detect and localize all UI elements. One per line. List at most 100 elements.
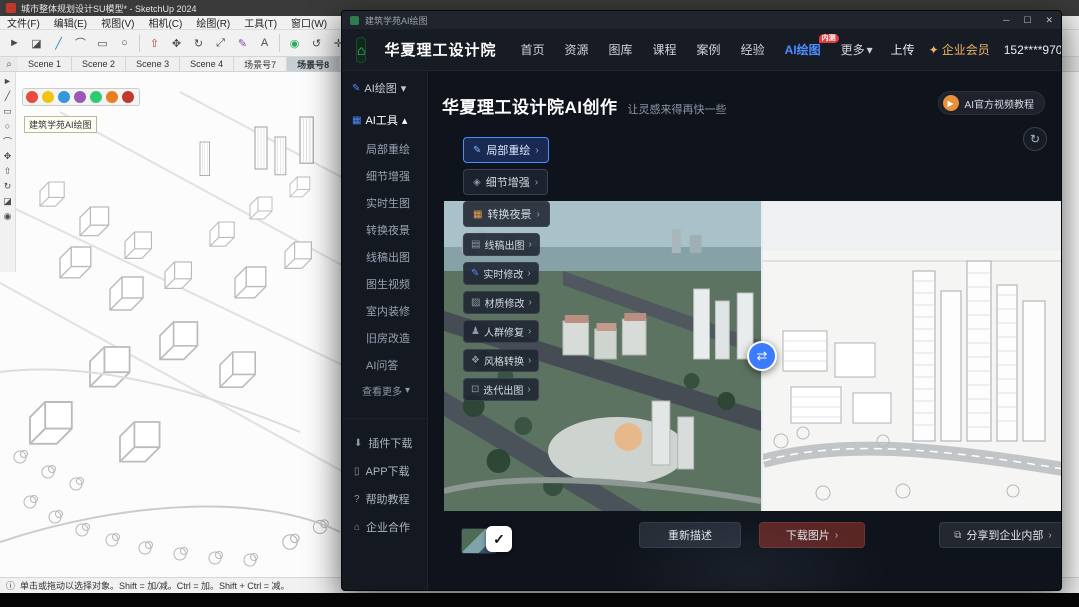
text-tool-icon[interactable]: A [255,33,274,53]
history-button[interactable]: ↻ [1023,127,1047,151]
ai-tool-list: ✎ 局部重绘 › ◈ 细节增强 › ▦ 转换夜景 › ▤ 线稿出图 › ✎ 实时… [463,137,550,401]
line-tool-icon[interactable]: ╱ [49,33,68,53]
tool-material-edit-button[interactable]: ▨ 材质修改 › [463,291,540,314]
menu-camera[interactable]: 相机(C) [141,15,189,30]
scene-tab-3[interactable]: Scene 3 [126,57,181,71]
taskbar[interactable] [0,593,1079,607]
rotate-tool-icon[interactable]: ↻ [189,33,208,53]
sidebar-app-download[interactable]: ▯ APP下载 [342,457,427,485]
select-tool-icon[interactable]: ► [2,75,14,87]
sidebar-item-detail-enhance[interactable]: 细节增强 [342,162,427,189]
sidebar-group-ai-draw[interactable]: ✎ AI绘图 ▾ [342,71,427,103]
plugin-yellow-icon[interactable] [42,91,54,103]
nav-ai-draw[interactable]: AI绘图 内测 [785,34,839,58]
move-tool-icon[interactable]: ✥ [167,33,186,53]
tool-detail-enhance-button[interactable]: ◈ 细节增强 › [463,169,549,195]
compare-slider-handle[interactable]: ⇄ [747,341,777,371]
sidebar-group-ai-tools[interactable]: ▦ AI工具 ▴ [342,103,427,135]
sidebar-item-interior[interactable]: 室内装修 [342,297,427,324]
tool-night-convert-button[interactable]: ▦ 转换夜景 › [463,201,550,227]
scene-tab-5[interactable]: 场景号7 [234,57,288,71]
nav-courses[interactable]: 课程 [653,41,677,58]
sidebar-item-line-draft[interactable]: 线稿出图 [342,243,427,270]
orbit-tool-icon[interactable]: ↺ [307,33,326,53]
pushpull-tool-icon[interactable]: ⇧ [2,165,14,177]
sidebar-enterprise-coop[interactable]: ⌂ 企业合作 [342,513,427,541]
chevron-right-icon: › [534,176,539,188]
nav-more[interactable]: 更多 ▾ [841,41,873,58]
sidebar-help-tutorial[interactable]: ? 帮助教程 [342,485,427,513]
scale-tool-icon[interactable]: ⤢ [211,33,230,53]
search-icon[interactable]: ⌕ [0,57,18,71]
menu-file[interactable]: 文件(F) [0,15,47,30]
sidebar-item-night-convert[interactable]: 转换夜景 [342,216,427,243]
arc-tool-icon[interactable]: ⌒ [2,135,14,147]
chevron-down-icon: ▾ [866,42,873,57]
nav-cases[interactable]: 案例 [697,41,721,58]
sketch-image[interactable] [763,201,1061,511]
circle-tool-icon[interactable]: ○ [115,33,134,53]
plugin-orange-icon[interactable] [106,91,118,103]
circle-tool-icon[interactable]: ○ [2,120,14,132]
tool-realtime-edit-button[interactable]: ✎ 实时修改 › [463,262,539,285]
plugin-purple-icon[interactable] [74,91,86,103]
download-image-button[interactable]: 下载图片 › [759,522,865,548]
menu-view[interactable]: 视图(V) [94,15,141,30]
scene-tab-2[interactable]: Scene 2 [72,57,127,71]
minimize-icon[interactable]: ─ [1003,15,1009,26]
nav-experience[interactable]: 经验 [741,41,765,58]
page-heading: 华夏理工设计院AI创作 让灵感来得再快一些 [442,93,727,118]
chevron-right-icon: › [834,529,839,541]
tool-line-draft-button[interactable]: ▤ 线稿出图 › [463,233,540,256]
selected-check-tile[interactable]: ✓ [486,526,512,552]
menu-edit[interactable]: 编辑(E) [47,15,94,30]
sketchup-logo-icon [6,3,16,13]
maximize-icon[interactable]: ☐ [1023,15,1031,26]
plugin-ai-icon[interactable] [122,91,134,103]
sidebar-view-more[interactable]: 查看更多 ▾ [342,378,427,402]
sidebar-item-ai-qa[interactable]: AI问答 [342,351,427,378]
nav-home[interactable]: 首页 [520,41,544,58]
paint-bucket-icon[interactable]: ◉ [285,33,304,53]
eraser-tool-icon[interactable]: ◪ [27,33,46,53]
sidebar-item-image-to-video[interactable]: 图生视频 [342,270,427,297]
tool-iterate-output-button[interactable]: ⊡ 迭代出图 › [463,378,539,401]
plugin-green-icon[interactable] [90,91,102,103]
sidebar-item-realtime-gen[interactable]: 实时生图 [342,189,427,216]
sidebar-plugin-download[interactable]: ⬇ 插件下载 [342,429,427,457]
tape-measure-icon[interactable]: ✎ [233,33,252,53]
plugin-red-icon[interactable] [26,91,38,103]
plugin-blue-icon[interactable] [58,91,70,103]
scene-tab-6-active[interactable]: 场景号8 [287,57,341,71]
redo-describe-button[interactable]: 重新描述 [639,522,741,548]
menu-tools[interactable]: 工具(T) [237,15,284,30]
nav-gallery[interactable]: 图库 [609,41,633,58]
share-enterprise-button[interactable]: ⧉ 分享到企业内部 › [939,522,1061,548]
nav-resources[interactable]: 资源 [565,41,589,58]
arc-tool-icon[interactable]: ⌒ [71,33,90,53]
upload-link[interactable]: 上传 [891,41,915,58]
close-icon[interactable]: ✕ [1045,15,1053,26]
eraser-tool-icon[interactable]: ◪ [2,195,14,207]
move-tool-icon[interactable]: ✥ [2,150,14,162]
rotate-tool-icon[interactable]: ↻ [2,180,14,192]
user-phone[interactable]: 152****9708 [1004,43,1061,57]
tool-partial-repaint-button[interactable]: ✎ 局部重绘 › [463,137,549,163]
tool-crowd-fix-button[interactable]: ♟ 人群修复 › [463,320,540,343]
tool-style-transfer-button[interactable]: ❖ 风格转换 › [463,349,540,372]
select-tool-icon[interactable]: ► [5,33,24,53]
scene-tab-4[interactable]: Scene 4 [180,57,235,71]
rectangle-tool-icon[interactable]: ▭ [2,105,14,117]
line-tool-icon[interactable]: ╱ [2,90,14,102]
info-icon[interactable]: ⓘ [6,579,15,592]
tutorial-button[interactable]: ▶ AI官方视频教程 [937,91,1045,115]
menu-draw[interactable]: 绘图(R) [189,15,237,30]
rectangle-tool-icon[interactable]: ▭ [93,33,112,53]
paint-bucket-icon[interactable]: ◉ [2,210,14,222]
pushpull-tool-icon[interactable]: ⇧ [145,33,164,53]
sidebar-item-renovation[interactable]: 旧房改造 [342,324,427,351]
member-link[interactable]: ✦ 企业会员 [929,41,990,58]
sidebar-item-partial-repaint[interactable]: 局部重绘 [342,135,427,162]
menu-window[interactable]: 窗口(W) [284,15,334,30]
scene-tab-1[interactable]: Scene 1 [18,57,73,71]
